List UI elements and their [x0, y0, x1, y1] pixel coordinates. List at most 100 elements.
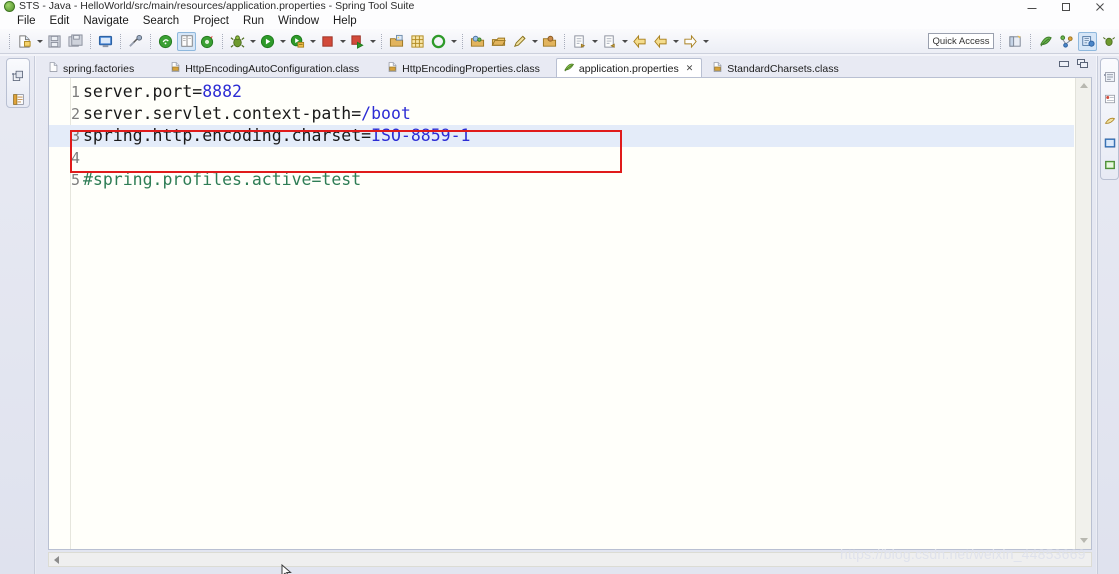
code-editor[interactable]: 1 server.port=8882 2 server.servlet.cont… — [48, 77, 1092, 550]
menubar: File Edit Navigate Search Project Run Wi… — [0, 13, 1119, 29]
main-toolbar: Quick Access — [0, 29, 1119, 54]
terminate-icon[interactable] — [318, 32, 337, 51]
code-line[interactable]: 4 — [49, 147, 1074, 169]
java-ee-perspective-icon[interactable] — [1057, 32, 1076, 51]
skip-breakpoints-icon[interactable] — [126, 32, 145, 51]
chevron-down-icon-debug[interactable] — [248, 32, 257, 51]
menu-project[interactable]: Project — [186, 13, 236, 29]
scroll-left-icon[interactable] — [54, 555, 59, 564]
code-line[interactable]: 2 server.servlet.context-path=/boot — [49, 103, 1074, 125]
menu-window[interactable]: Window — [271, 13, 326, 29]
forward-history-icon[interactable] — [681, 32, 700, 51]
left-minimized-bar — [0, 56, 35, 574]
previous-annotation-icon[interactable] — [600, 32, 619, 51]
back-history-icon[interactable] — [630, 32, 649, 51]
forward-back-icon[interactable] — [651, 32, 670, 51]
new-file-icon[interactable] — [15, 32, 34, 51]
toggle-mark-occurrences-icon[interactable] — [177, 31, 196, 51]
code-line-highlighted[interactable]: 3 spring.http.encoding.charset=ISO-8859-… — [49, 125, 1074, 147]
boot-dashboard-icon[interactable] — [156, 32, 175, 51]
outline-view-icon[interactable] — [1104, 70, 1116, 88]
open-perspective-icon[interactable] — [1006, 32, 1025, 51]
chevron-down-icon-gradle[interactable] — [449, 32, 458, 51]
close-icon[interactable]: ✕ — [686, 63, 694, 74]
tab-httpencodingproperties[interactable]: HttpEncodingProperties.class — [381, 59, 548, 78]
window-controls — [1015, 0, 1117, 13]
console-view-icon[interactable] — [1104, 158, 1116, 176]
run-external-tools-icon[interactable] — [288, 32, 307, 51]
right-minimized-bar — [1097, 56, 1119, 574]
java-perspective-icon[interactable] — [1078, 31, 1097, 51]
quick-access-input[interactable]: Quick Access — [928, 33, 994, 49]
code-line[interactable]: 1 server.port=8882 — [49, 81, 1074, 103]
open-task-icon[interactable] — [489, 32, 508, 51]
menu-search[interactable]: Search — [136, 13, 186, 29]
scroll-down-icon[interactable] — [1079, 538, 1088, 543]
tab-spring-factories[interactable]: spring.factories — [42, 59, 142, 78]
sts-logo-icon — [4, 1, 15, 12]
problems-view-icon[interactable] — [1104, 92, 1116, 110]
menu-file[interactable]: File — [10, 13, 43, 29]
javadoc-view-icon[interactable] — [1104, 114, 1116, 132]
boot-dashboard-view-icon[interactable] — [1104, 136, 1116, 154]
next-annotation-icon[interactable] — [570, 32, 589, 51]
chevron-down-icon-pencil[interactable] — [530, 32, 539, 51]
tab-label: HttpEncodingAutoConfiguration.class — [185, 62, 360, 75]
new-java-package-icon[interactable] — [387, 32, 406, 51]
minimized-view-stack — [6, 58, 30, 108]
minimized-view-stack-right — [1100, 58, 1119, 180]
chevron-down-icon-new[interactable] — [35, 32, 44, 51]
vertical-scrollbar[interactable] — [1075, 78, 1091, 549]
line-text: spring.http.encoding.charset=ISO-8859-1 — [83, 126, 471, 145]
tab-application-properties[interactable]: application.properties ✕ — [555, 58, 703, 78]
close-button[interactable] — [1083, 0, 1117, 13]
tab-standardcharsets[interactable]: StandardCharsets.class — [706, 59, 846, 78]
chevron-down-icon-run[interactable] — [278, 32, 287, 51]
tab-httpencodingautoconfiguration[interactable]: HttpEncodingAutoConfiguration.class — [164, 59, 367, 78]
sts-ide-window: STS - Java - HelloWorld/src/main/resourc… — [0, 0, 1119, 574]
menu-edit[interactable]: Edit — [43, 13, 77, 29]
spring-perspective-icon[interactable] — [1036, 32, 1055, 51]
pencil-icon[interactable] — [510, 32, 529, 51]
toolbar-separator — [462, 33, 463, 49]
window-title: STS - Java - HelloWorld/src/main/resourc… — [19, 0, 415, 12]
code-line[interactable]: 5 #spring.profiles.active=test — [49, 169, 1074, 191]
minimize-button[interactable] — [1015, 0, 1049, 13]
refresh-gradle-icon[interactable] — [429, 32, 448, 51]
debug-icon[interactable] — [228, 32, 247, 51]
line-text: server.servlet.context-path=/boot — [83, 104, 411, 123]
open-console-icon[interactable] — [96, 32, 115, 51]
search-icon[interactable] — [468, 32, 487, 51]
drag-grip-icon[interactable] — [12, 62, 24, 75]
chevron-down-icon-term[interactable] — [338, 32, 347, 51]
code-content[interactable]: 1 server.port=8882 2 server.servlet.cont… — [49, 81, 1074, 549]
chevron-down-icon-back[interactable] — [671, 32, 680, 51]
chevron-down-icon-relaunch[interactable] — [368, 32, 377, 51]
debug-perspective-icon[interactable] — [1099, 32, 1118, 51]
menu-run[interactable]: Run — [236, 13, 271, 29]
open-type-icon[interactable] — [540, 32, 559, 51]
scroll-up-icon[interactable] — [1079, 83, 1088, 88]
maximize-view-icon[interactable] — [1077, 59, 1090, 70]
chevron-down-icon-prev-ann[interactable] — [620, 32, 629, 51]
restore-view-icon[interactable] — [12, 70, 25, 88]
chevron-down-icon-forward[interactable] — [701, 32, 710, 51]
save-icon[interactable] — [45, 32, 64, 51]
minimize-view-icon[interactable] — [1058, 59, 1071, 70]
run-icon[interactable] — [258, 32, 277, 51]
relaunch-icon[interactable] — [348, 32, 367, 51]
chevron-down-icon-ext[interactable] — [308, 32, 317, 51]
menu-help[interactable]: Help — [326, 13, 364, 29]
spring-boot-app-icon[interactable] — [198, 32, 217, 51]
tab-label: HttpEncodingProperties.class — [402, 62, 540, 75]
toolbar-separator — [222, 33, 223, 49]
menu-navigate[interactable]: Navigate — [76, 13, 135, 29]
window-titlebar: STS - Java - HelloWorld/src/main/resourc… — [0, 0, 1119, 13]
package-explorer-icon[interactable] — [12, 93, 25, 111]
editor-area: spring.factories HttpEncodingAutoConfigu… — [36, 56, 1096, 574]
drag-grip-icon-right[interactable] — [1103, 63, 1116, 76]
new-grid-icon[interactable] — [408, 32, 427, 51]
chevron-down-icon-next-ann[interactable] — [590, 32, 599, 51]
save-all-icon[interactable] — [66, 32, 85, 51]
maximize-button[interactable] — [1049, 0, 1083, 13]
